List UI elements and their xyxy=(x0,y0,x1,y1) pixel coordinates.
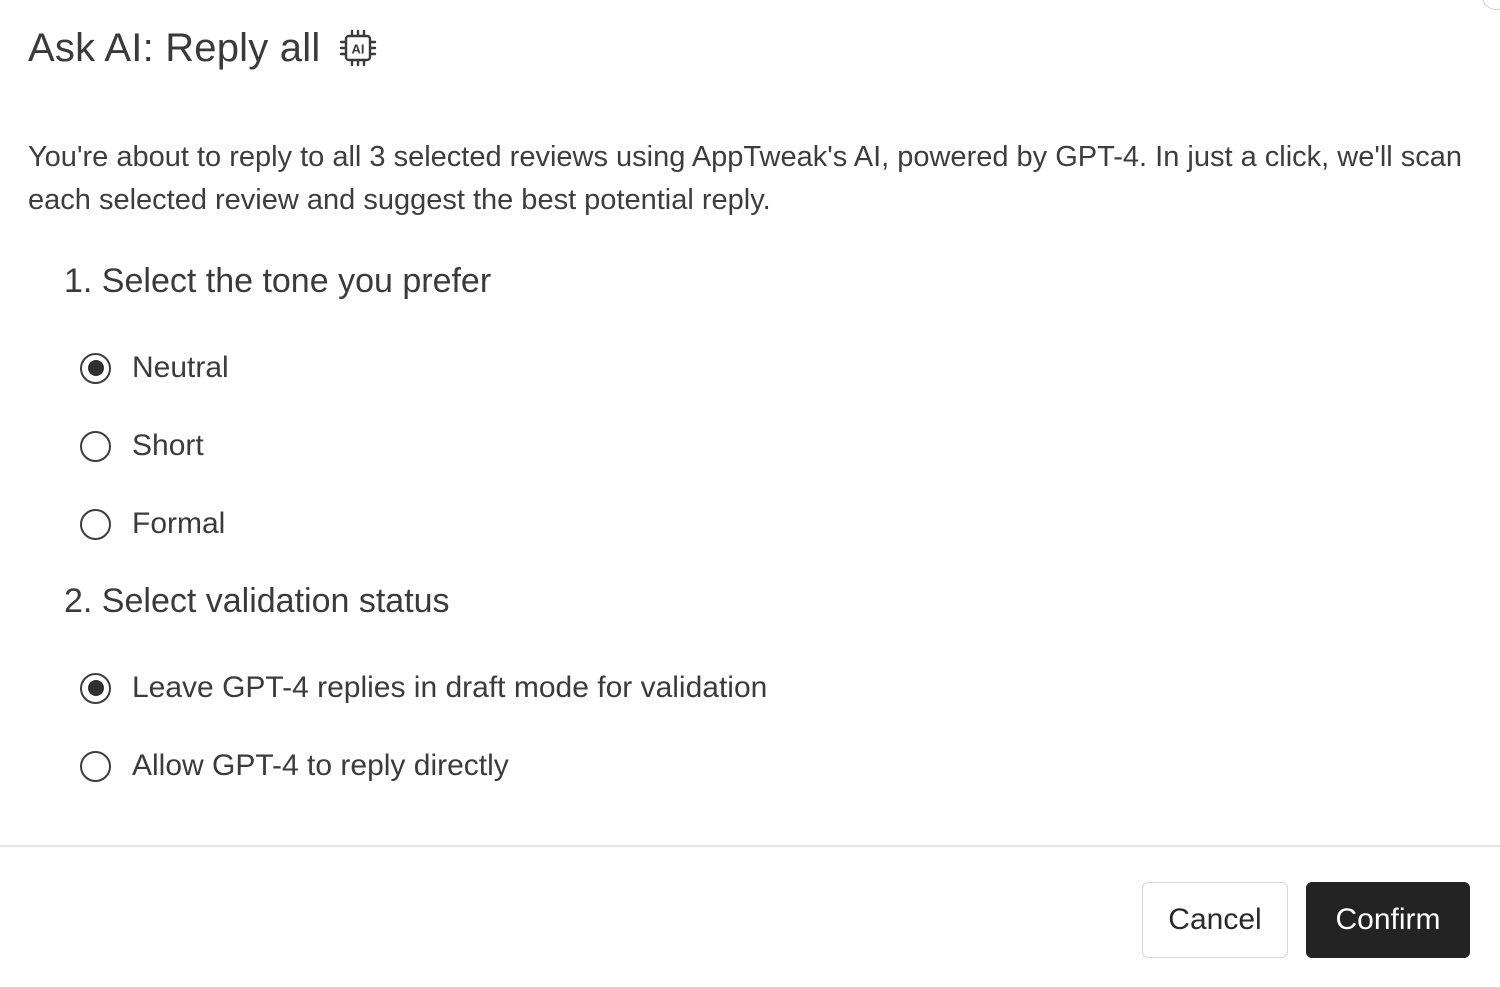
dialog-title: Ask AI: Reply all xyxy=(28,25,321,70)
radio-button[interactable] xyxy=(80,430,111,462)
radio-button[interactable] xyxy=(80,672,111,704)
radio-label: Allow GPT-4 to reply directly xyxy=(132,749,509,782)
validation-option-draft[interactable]: Leave GPT-4 replies in draft mode for va… xyxy=(80,668,767,708)
validation-section-title: 2. Select validation status xyxy=(64,582,450,620)
ai-icon-text: AI xyxy=(352,42,365,57)
radio-label: Short xyxy=(132,429,204,462)
radio-label: Neutral xyxy=(132,351,229,384)
radio-button[interactable] xyxy=(80,352,111,384)
tone-option-short[interactable]: Short xyxy=(80,426,204,466)
close-icon[interactable] xyxy=(1482,0,1500,10)
radio-button[interactable] xyxy=(80,750,111,782)
confirm-button[interactable]: Confirm xyxy=(1306,882,1470,958)
validation-option-direct[interactable]: Allow GPT-4 to reply directly xyxy=(80,746,509,786)
radio-label: Formal xyxy=(132,507,226,540)
radio-button[interactable] xyxy=(80,508,111,540)
cancel-button[interactable]: Cancel xyxy=(1142,882,1288,958)
radio-label: Leave GPT-4 replies in draft mode for va… xyxy=(132,671,768,704)
dialog-description: You're about to reply to all 3 selected … xyxy=(28,141,1463,216)
ask-ai-dialog: Ask AI: Reply all AI You're about to rep… xyxy=(0,0,1500,987)
footer-divider xyxy=(0,845,1500,847)
ai-chip-icon: AI xyxy=(338,28,378,68)
tone-option-formal[interactable]: Formal xyxy=(80,504,225,544)
tone-option-neutral[interactable]: Neutral xyxy=(80,348,229,388)
tone-section-title: 1. Select the tone you prefer xyxy=(64,262,492,300)
dialog-header: Ask AI: Reply all AI xyxy=(28,22,378,74)
